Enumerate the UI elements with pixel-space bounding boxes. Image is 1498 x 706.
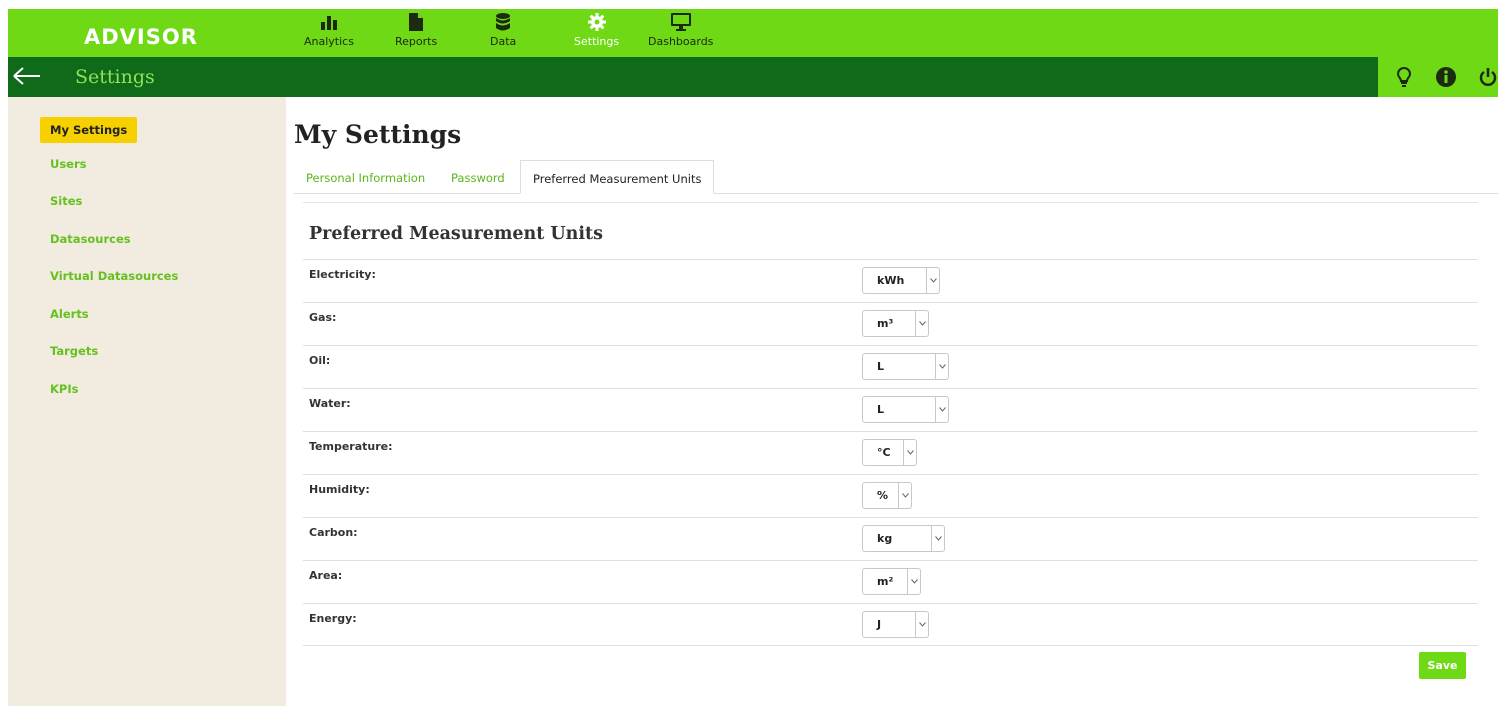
panel-divider: [303, 202, 1478, 203]
humidity-unit-select[interactable]: %: [862, 482, 912, 509]
gas-unit-select[interactable]: m³: [862, 310, 929, 337]
unit-row-water: Water: L: [303, 388, 1478, 431]
back-arrow-icon[interactable]: [10, 62, 42, 90]
row-label: Temperature:: [309, 440, 393, 453]
sidebar-item-my-settings[interactable]: My Settings: [40, 117, 138, 143]
monitor-icon: [670, 12, 691, 32]
settings-tabs: Personal Information Password Preferred …: [294, 160, 1498, 194]
chevron-down-icon: [931, 526, 944, 551]
nav-label: Reports: [395, 35, 438, 48]
unit-row-area: Area: m²: [303, 560, 1478, 603]
unit-row-electricity: Electricity: kWh: [303, 259, 1478, 302]
nav-data[interactable]: Data: [490, 12, 516, 54]
save-button[interactable]: Save: [1419, 652, 1466, 679]
select-value: L: [877, 360, 885, 373]
select-value: J: [877, 618, 882, 631]
chevron-down-icon: [915, 612, 928, 637]
energy-unit-select[interactable]: J: [862, 611, 929, 638]
chevron-down-icon: [898, 483, 911, 508]
database-icon: [493, 12, 513, 32]
unit-row-energy: Energy: J: [303, 603, 1478, 646]
tab-preferred-measurement-units[interactable]: Preferred Measurement Units: [520, 160, 715, 194]
unit-row-humidity: Humidity: %: [303, 474, 1478, 517]
sidebar-item-alerts[interactable]: Alerts: [50, 307, 89, 321]
select-value: L: [877, 403, 885, 416]
sidebar-item-virtual-datasources[interactable]: Virtual Datasources: [50, 269, 178, 283]
unit-row-oil: Oil: L: [303, 345, 1478, 388]
tab-personal-information[interactable]: Personal Information: [306, 160, 425, 194]
temperature-unit-select[interactable]: °C: [862, 439, 917, 466]
chevron-down-icon: [907, 569, 920, 594]
nav-label: Dashboards: [648, 35, 714, 48]
tab-password[interactable]: Password: [451, 160, 505, 194]
gear-icon: [587, 12, 607, 32]
sidebar-item-targets[interactable]: Targets: [50, 344, 98, 358]
select-value: °C: [877, 446, 891, 459]
unit-row-temperature: Temperature: °C: [303, 431, 1478, 474]
panel-divider: [303, 645, 1478, 646]
document-icon: [406, 12, 426, 32]
row-label: Humidity:: [309, 483, 370, 496]
app-logo: ADVISOR: [84, 25, 198, 49]
lightbulb-icon[interactable]: [1394, 66, 1414, 88]
area-unit-select[interactable]: m²: [862, 568, 921, 595]
chevron-down-icon: [903, 440, 916, 465]
sidebar-item-datasources[interactable]: Datasources: [50, 232, 131, 246]
carbon-unit-select[interactable]: kg: [862, 525, 945, 552]
nav-analytics[interactable]: Analytics: [304, 12, 354, 54]
select-value: m²: [877, 575, 894, 588]
oil-unit-select[interactable]: L: [862, 353, 949, 380]
section-title: Preferred Measurement Units: [309, 224, 603, 244]
sub-header: Settings: [8, 57, 1498, 97]
sidebar-item-kpis[interactable]: KPIs: [50, 382, 78, 396]
chevron-down-icon: [915, 311, 928, 336]
row-label: Water:: [309, 397, 351, 410]
select-value: kWh: [877, 274, 905, 287]
row-label: Area:: [309, 569, 343, 582]
row-label: Energy:: [309, 612, 357, 625]
power-icon[interactable]: [1478, 66, 1498, 88]
unit-row-gas: Gas: m³: [303, 302, 1478, 345]
nav-label: Settings: [574, 35, 620, 48]
active-nav-caret: [583, 48, 601, 55]
water-unit-select[interactable]: L: [862, 396, 949, 423]
nav-label: Data: [490, 35, 517, 48]
chevron-down-icon: [926, 268, 939, 293]
electricity-unit-select[interactable]: kWh: [862, 267, 940, 294]
top-navbar: ADVISOR Analytics Reports Data Settings …: [8, 9, 1498, 57]
header-actions: [1378, 57, 1498, 97]
chevron-down-icon: [935, 397, 948, 422]
row-label: Carbon:: [309, 526, 358, 539]
nav-reports[interactable]: Reports: [395, 12, 437, 54]
chevron-down-icon: [935, 354, 948, 379]
row-label: Electricity:: [309, 268, 376, 281]
row-label: Oil:: [309, 354, 331, 367]
select-value: %: [877, 489, 889, 502]
page-title: My Settings: [294, 120, 462, 149]
select-value: kg: [877, 532, 893, 545]
section-heading: Settings: [75, 66, 155, 88]
info-icon[interactable]: [1436, 66, 1456, 88]
select-value: m³: [877, 317, 894, 330]
nav-dashboards[interactable]: Dashboards: [648, 12, 713, 54]
bar-chart-icon: [319, 12, 339, 32]
sidebar-item-users[interactable]: Users: [50, 157, 87, 171]
nav-label: Analytics: [304, 35, 354, 48]
sidebar: My Settings Users Sites Datasources Virt…: [8, 97, 286, 706]
sidebar-item-sites[interactable]: Sites: [50, 194, 82, 208]
unit-row-carbon: Carbon: kg: [303, 517, 1478, 560]
row-label: Gas:: [309, 311, 337, 324]
